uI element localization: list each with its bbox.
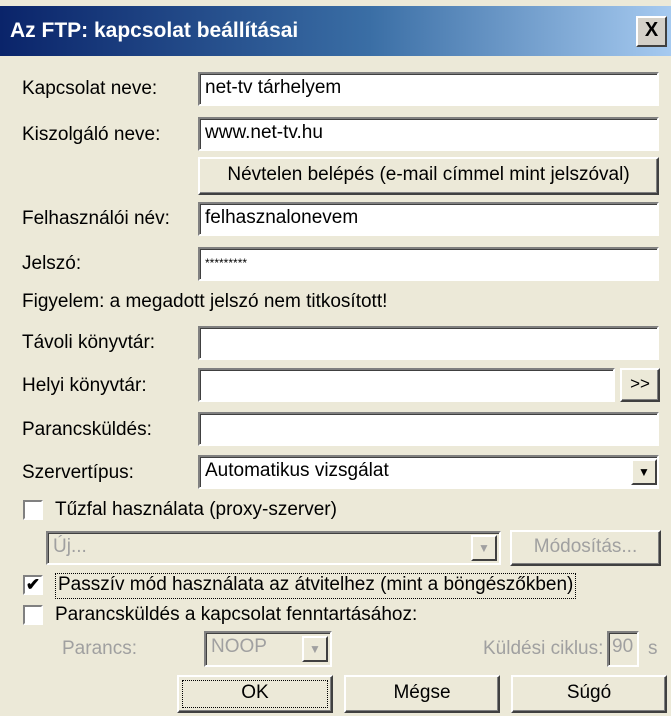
connection-name-label: Kapcsolat neve: [22, 78, 158, 99]
keepalive-command-value: NOOP [211, 636, 267, 657]
send-cycle-label: Küldési ciklus: [483, 638, 604, 659]
local-dir-input[interactable] [198, 368, 615, 402]
username-input[interactable]: felhasznalonevem [198, 202, 659, 236]
command-label: Parancsküldés: [22, 419, 152, 440]
remote-dir-label: Távoli könyvtár: [22, 332, 156, 353]
server-type-label: Szervertípus: [22, 462, 134, 483]
send-cycle-unit: s [648, 638, 658, 659]
firewall-checkbox[interactable] [23, 500, 43, 520]
ftp-settings-dialog: Az FTP: kapcsolat beállításai X Kapcsola… [0, 0, 671, 716]
server-type-select[interactable]: Automatikus vizsgálat [198, 455, 659, 489]
server-name-input[interactable]: www.net-tv.hu [198, 117, 659, 151]
password-input[interactable]: ********* [198, 247, 659, 281]
remote-dir-input[interactable] [198, 326, 659, 360]
send-cycle-input: 90 [607, 631, 639, 667]
command-input[interactable] [198, 412, 659, 446]
chevron-down-icon[interactable]: ▼ [631, 459, 657, 485]
username-label: Felhasználói név: [22, 208, 170, 229]
anonymous-login-button[interactable]: Névtelen belépés (e-mail címmel mint jel… [198, 157, 659, 195]
password-label: Jelszó: [22, 253, 82, 274]
title-bar[interactable]: Az FTP: kapcsolat beállításai X [0, 6, 671, 56]
local-dir-label: Helyi könyvtár: [22, 375, 147, 396]
proxy-profile-select: Új... [46, 531, 501, 565]
proxy-profile-value: Új... [53, 536, 87, 557]
connection-name-input[interactable]: net-tv tárhelyem [198, 72, 659, 106]
keepalive-chevron-down-icon: ▼ [302, 636, 328, 662]
firewall-label: Tűzfal használata (proxy-szerver) [55, 499, 337, 520]
passive-mode-label: Passzív mód használata az átvitelhez (mi… [55, 573, 577, 599]
server-name-label: Kiszolgáló neve: [22, 124, 161, 145]
keepalive-label: Parancsküldés a kapcsolat fenntartásához… [55, 604, 418, 625]
cancel-button[interactable]: Mégse [344, 675, 500, 713]
passive-mode-checkbox[interactable]: ✔ [23, 575, 43, 595]
modify-proxy-button: Módosítás... [510, 530, 661, 566]
close-button[interactable]: X [636, 16, 667, 47]
ok-button[interactable]: OK [177, 675, 333, 713]
server-type-value: Automatikus vizsgálat [205, 460, 389, 481]
help-button[interactable]: Súgó [511, 675, 667, 713]
proxy-chevron-down-icon: ▼ [471, 535, 497, 561]
password-warning: Figyelem: a megadott jelszó nem titkosít… [22, 291, 388, 312]
keepalive-checkbox[interactable] [23, 605, 43, 625]
keepalive-command-label: Parancs: [62, 638, 137, 659]
check-icon: ✔ [25, 575, 41, 594]
browse-local-dir-button[interactable]: >> [620, 368, 660, 402]
window-title: Az FTP: kapcsolat beállításai [10, 19, 299, 42]
